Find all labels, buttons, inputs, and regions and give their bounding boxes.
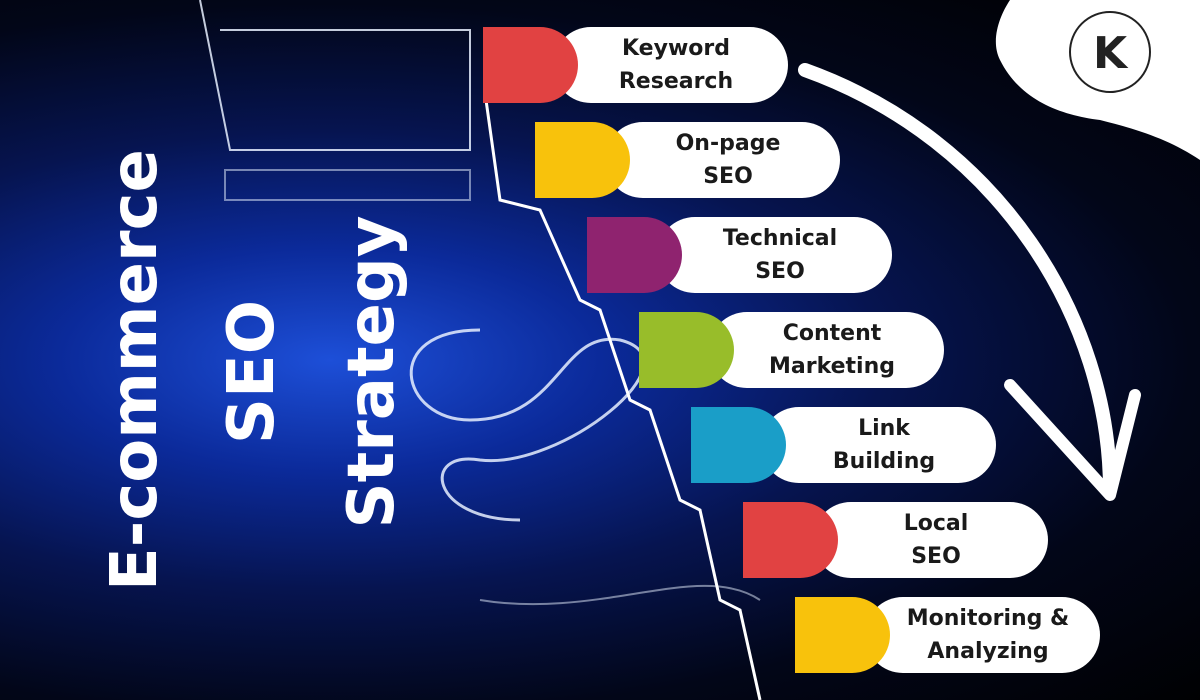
step-item: Technical SEO — [587, 217, 892, 293]
step-item: Local SEO — [743, 502, 1048, 578]
step-color-tab — [587, 217, 682, 293]
step-color-tab — [743, 502, 838, 578]
step-label: Content Marketing — [768, 321, 896, 379]
step-color-tab — [795, 597, 890, 673]
step-item: Keyword Research — [483, 27, 788, 103]
title-line-ecommerce: E-commerce — [98, 149, 172, 591]
step-color-tab — [535, 122, 630, 198]
step-item: Monitoring & Analyzing — [795, 597, 1100, 673]
title-line-seo: SEO — [215, 299, 289, 445]
logo: K — [980, 0, 1200, 170]
step-color-tab — [639, 312, 734, 388]
title-line-strategy: Strategy — [335, 215, 409, 529]
step-color-tab — [483, 27, 578, 103]
step-label: Link Building — [832, 416, 936, 474]
svg-text:K: K — [1093, 28, 1129, 79]
step-label: Technical SEO — [722, 226, 838, 284]
step-label: Monitoring & Analyzing — [906, 606, 1070, 664]
step-label: Local SEO — [903, 511, 969, 569]
step-label: On-page SEO — [675, 131, 781, 189]
step-label: Keyword Research — [618, 36, 734, 94]
step-color-tab — [691, 407, 786, 483]
step-item: Link Building — [691, 407, 996, 483]
step-item: Content Marketing — [639, 312, 944, 388]
step-item: On-page SEO — [535, 122, 840, 198]
